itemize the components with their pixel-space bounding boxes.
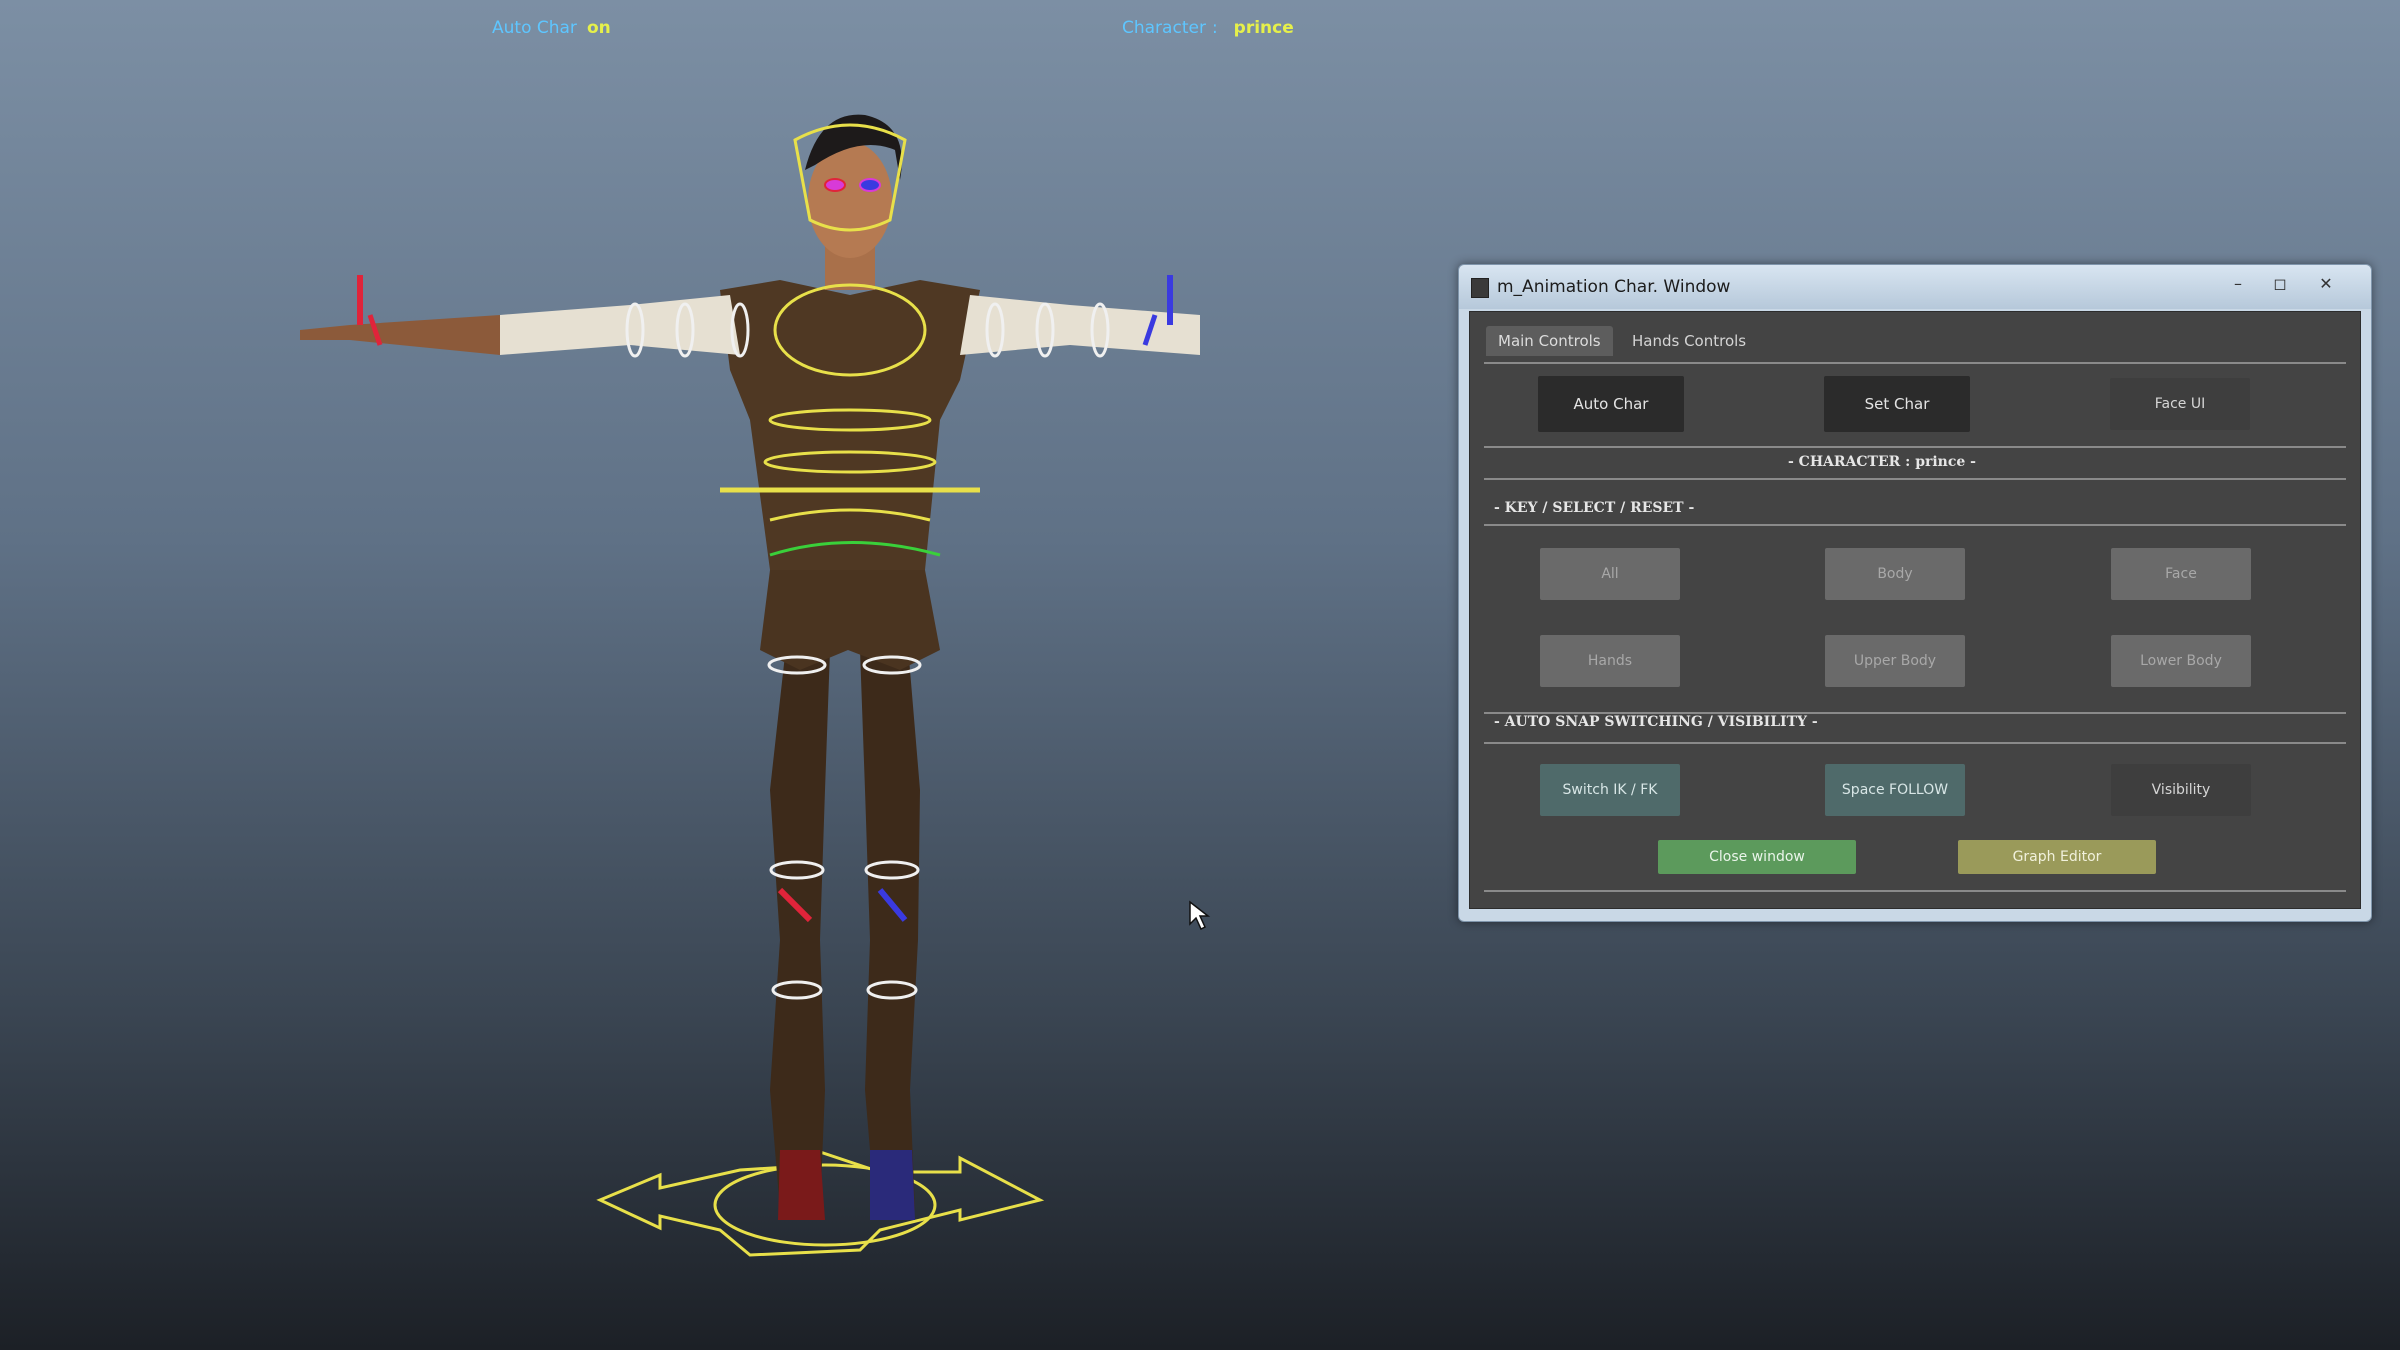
hud-character-label: Character <box>1122 18 1206 38</box>
select-hands-button[interactable]: Hands <box>1540 635 1680 687</box>
auto-char-button[interactable]: Auto Char <box>1538 376 1684 432</box>
window-title-bar[interactable]: m_Animation Char. Window – ◻ ✕ <box>1459 265 2371 309</box>
maximize-button[interactable]: ◻ <box>2265 273 2295 295</box>
hud-character-value: prince <box>1233 18 1294 38</box>
maya-viewport[interactable]: Auto Char on Character: prince m_Animati… <box>0 0 2400 1350</box>
visibility-button[interactable]: Visibility <box>2111 764 2251 816</box>
close-window-button[interactable]: Close window <box>1658 840 1856 874</box>
character-hips <box>760 570 940 670</box>
app-icon <box>1471 278 1489 298</box>
select-face-button[interactable]: Face <box>2111 548 2251 600</box>
select-body-button[interactable]: Body <box>1825 548 1965 600</box>
hud-auto-char-label: Auto Char <box>492 18 577 38</box>
select-lower-body-button[interactable]: Lower Body <box>2111 635 2251 687</box>
window-title: m_Animation Char. Window <box>1497 277 1731 297</box>
divider <box>1484 524 2346 526</box>
tab-hands-controls[interactable]: Hands Controls <box>1620 326 1758 356</box>
select-upper-body-button[interactable]: Upper Body <box>1825 635 1965 687</box>
rig-controls[interactable] <box>357 123 1173 1000</box>
graph-editor-button[interactable]: Graph Editor <box>1958 840 2156 874</box>
hud-auto-char: Auto Char on <box>492 18 611 38</box>
window-body: Main Controls Hands Controls Auto Char S… <box>1469 311 2361 909</box>
divider <box>1484 362 2346 364</box>
hud-separator: : <box>1211 18 1218 38</box>
select-all-button[interactable]: All <box>1540 548 1680 600</box>
divider <box>1484 742 2346 744</box>
mouse-cursor-icon <box>1189 900 1211 931</box>
hud-character: Character: prince <box>1122 18 1294 38</box>
tab-main-controls[interactable]: Main Controls <box>1486 326 1613 356</box>
face-ui-button[interactable]: Face UI <box>2110 378 2250 430</box>
divider <box>1484 446 2346 448</box>
minimize-button[interactable]: – <box>2223 273 2253 295</box>
key-select-reset-label: - KEY / SELECT / RESET - <box>1494 500 1695 516</box>
switch-ik-fk-button[interactable]: Switch IK / FK <box>1540 764 1680 816</box>
hud-auto-char-value: on <box>586 18 611 38</box>
animation-char-window[interactable]: m_Animation Char. Window – ◻ ✕ Main Cont… <box>1458 264 2372 922</box>
character-torso <box>720 280 980 570</box>
auto-snap-label: - AUTO SNAP SWITCHING / VISIBILITY - <box>1494 714 1818 730</box>
set-char-button[interactable]: Set Char <box>1824 376 1970 432</box>
character-head <box>805 114 902 290</box>
close-button[interactable]: ✕ <box>2311 273 2341 295</box>
rigged-character[interactable] <box>300 90 1200 1290</box>
divider <box>1484 890 2346 892</box>
space-follow-button[interactable]: Space FOLLOW <box>1825 764 1965 816</box>
character-label: - CHARACTER : prince - <box>1788 454 1976 470</box>
divider <box>1484 478 2346 480</box>
